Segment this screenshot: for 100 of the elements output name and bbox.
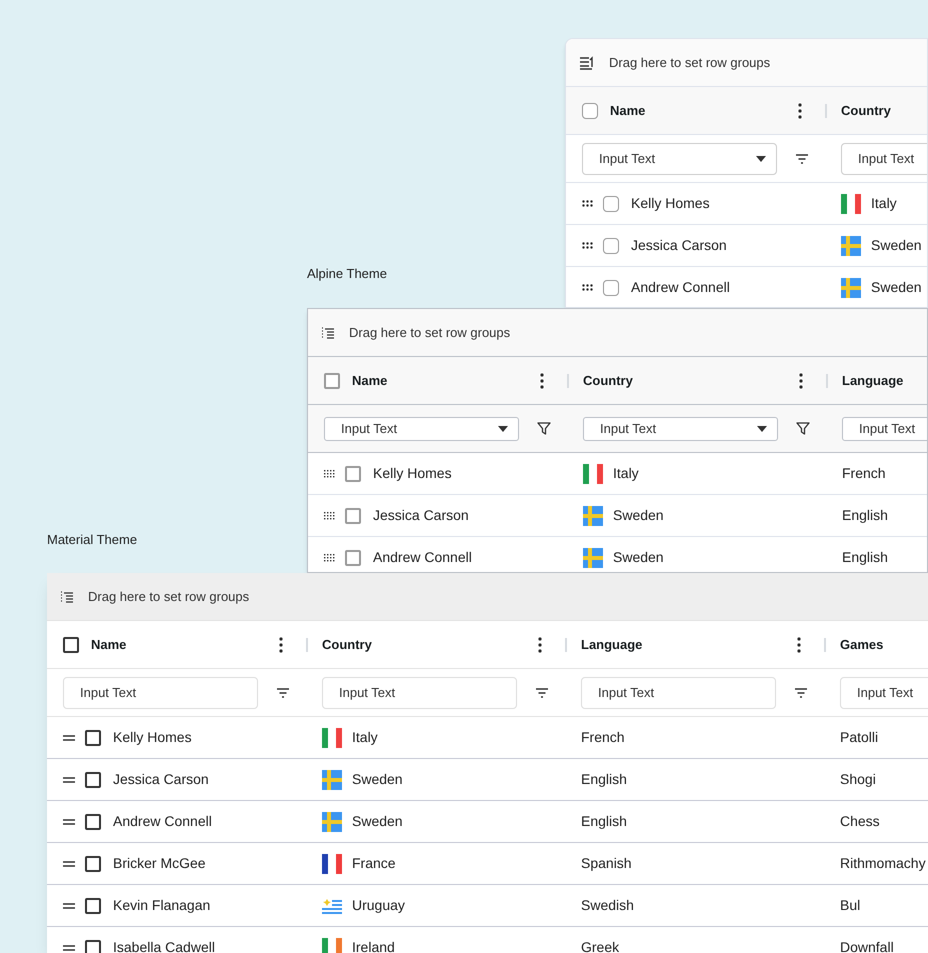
table-cell-text: Italy: [871, 194, 897, 213]
filter-icon[interactable]: [795, 154, 809, 164]
table-cell-text: Greek: [581, 938, 620, 953]
menu-icon[interactable]: [797, 636, 801, 652]
table-cell-text: Chess: [840, 812, 880, 831]
column-header[interactable]: Name: [566, 87, 825, 134]
table-cell-text: Patolli: [840, 728, 878, 747]
filter-input[interactable]: Input Text: [63, 676, 258, 708]
table-cell-text: Isabella Cadwell: [113, 938, 215, 953]
table-cell-text: Italy: [352, 728, 378, 747]
table-cell-text: French: [842, 464, 886, 483]
checkbox[interactable]: [85, 940, 101, 953]
table-cell-text: Swedish: [581, 896, 634, 915]
caret-icon: [757, 426, 767, 432]
menu-icon[interactable]: [798, 102, 802, 118]
table-cell-text: Bricker McGee: [113, 854, 206, 873]
filter-input[interactable]: Input Text: [840, 676, 928, 708]
table-cell-text: Jessica Carson: [373, 506, 469, 525]
column-header[interactable]: Name: [47, 621, 306, 668]
checkbox[interactable]: [85, 856, 101, 872]
checkbox[interactable]: [63, 636, 79, 652]
checkbox[interactable]: [603, 196, 619, 212]
checkbox[interactable]: [85, 814, 101, 830]
table-cell-text: English: [842, 506, 888, 525]
drag-handle-icon[interactable]: [63, 776, 75, 782]
column-header[interactable]: Country: [567, 357, 826, 404]
drag-handle-icon[interactable]: [324, 512, 335, 520]
funnel-icon[interactable]: [796, 422, 810, 435]
menu-icon[interactable]: [538, 636, 542, 652]
drag-handle-icon[interactable]: [582, 242, 593, 249]
checkbox[interactable]: [582, 102, 598, 118]
column-title: Country: [841, 102, 892, 120]
checkbox[interactable]: [603, 280, 619, 296]
table-cell-text: Ireland: [352, 938, 395, 953]
caret-icon: [498, 426, 508, 432]
table-cell-text: Sweden: [613, 548, 664, 567]
funnel-icon[interactable]: [537, 422, 551, 435]
table-cell-text: Bul: [840, 896, 860, 915]
drag-handle-icon[interactable]: [63, 944, 75, 950]
table-cell-text: Kevin Flanagan: [113, 896, 210, 915]
checkbox[interactable]: [345, 466, 361, 482]
table-cell-text: Andrew Connell: [373, 548, 472, 567]
filter-dropdown[interactable]: Input Text: [583, 416, 778, 440]
column-header[interactable]: Country: [306, 621, 565, 668]
menu-icon[interactable]: [540, 372, 544, 388]
drag-handle-icon[interactable]: [324, 554, 335, 562]
filter-dropdown[interactable]: Input Text: [324, 416, 519, 440]
column-header[interactable]: Language: [826, 357, 927, 404]
drag-handle-icon[interactable]: [63, 818, 75, 824]
column-title: Country: [322, 636, 373, 654]
checkbox[interactable]: [345, 508, 361, 524]
checkbox[interactable]: [324, 372, 340, 388]
theme-label: Material Theme: [47, 531, 138, 549]
checkbox[interactable]: [85, 898, 101, 914]
column-header[interactable]: Games: [824, 621, 928, 668]
column-title: Name: [610, 102, 646, 120]
column-header[interactable]: Country: [825, 87, 927, 134]
drag-handle-icon[interactable]: [63, 734, 75, 740]
group-icon: [60, 590, 74, 602]
checkbox[interactable]: [85, 772, 101, 788]
table-cell-text: Andrew Connell: [113, 812, 212, 831]
drag-handle-icon[interactable]: [582, 284, 593, 291]
drag-handle-icon[interactable]: [582, 200, 593, 207]
column-header[interactable]: Name: [308, 357, 567, 404]
column-header[interactable]: Language: [565, 621, 824, 668]
group-icon: [321, 326, 335, 338]
filter-input[interactable]: Input Text: [581, 676, 776, 708]
menu-icon[interactable]: [279, 636, 283, 652]
table-cell-text: Kelly Homes: [113, 728, 192, 747]
group-panel-hint: Drag here to set row groups: [609, 54, 770, 72]
table-cell-text: Rithmomachy: [840, 854, 926, 873]
filter-input[interactable]: Input Text: [322, 676, 517, 708]
table-cell-text: French: [581, 728, 625, 747]
checkbox[interactable]: [85, 730, 101, 746]
column-title: Name: [352, 372, 388, 390]
theme-label: Alpine Theme: [307, 265, 387, 283]
checkbox[interactable]: [603, 238, 619, 254]
column-title: Games: [840, 636, 884, 654]
table-cell-text: English: [581, 770, 627, 789]
table-cell-text: Jessica Carson: [631, 236, 727, 255]
table-cell-text: English: [842, 548, 888, 567]
caret-icon: [756, 156, 766, 162]
table-cell-text: Sweden: [613, 506, 664, 525]
column-title: Language: [842, 372, 904, 390]
menu-icon[interactable]: [799, 372, 803, 388]
checkbox[interactable]: [345, 550, 361, 566]
drag-handle-icon[interactable]: [63, 902, 75, 908]
filter-icon[interactable]: [794, 688, 808, 698]
filter-input[interactable]: Input Text: [841, 142, 927, 174]
table-cell-text: Uruguay: [352, 896, 405, 915]
group-icon: [579, 56, 595, 70]
column-title: Name: [91, 636, 128, 654]
group-panel-hint: Drag here to set row groups: [88, 588, 250, 606]
filter-dropdown[interactable]: Input Text: [582, 142, 777, 174]
filter-icon[interactable]: [276, 688, 290, 698]
filter-input[interactable]: Input Text: [842, 416, 927, 440]
column-title: Country: [583, 372, 634, 390]
filter-icon[interactable]: [535, 688, 549, 698]
drag-handle-icon[interactable]: [63, 860, 75, 866]
drag-handle-icon[interactable]: [324, 470, 335, 478]
